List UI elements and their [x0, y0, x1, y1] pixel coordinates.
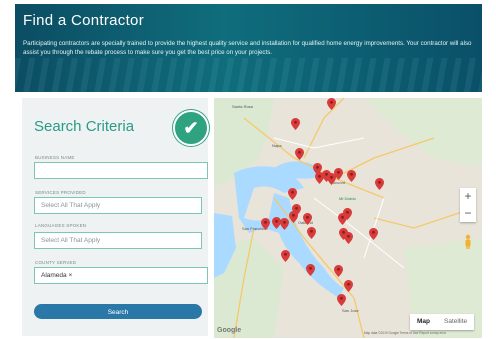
business-name-label: BUSINESS NAME	[35, 155, 75, 160]
zoom-in-button[interactable]: +	[460, 188, 476, 205]
contractor-pin-icon[interactable]	[291, 118, 300, 130]
contractor-pin-icon[interactable]	[343, 208, 352, 220]
contractor-pin-icon[interactable]	[295, 148, 304, 160]
contractor-pin-icon[interactable]	[375, 178, 384, 190]
business-name-input[interactable]	[34, 162, 208, 179]
languages-select[interactable]: Select All That Apply	[34, 232, 202, 249]
contractor-pin-icon[interactable]	[281, 250, 290, 262]
contractor-pin-icon[interactable]	[306, 264, 315, 276]
map-attribution: Map data ©2019 Google Terms of Use Repor…	[364, 331, 447, 335]
street-view-pegman-icon[interactable]	[464, 234, 472, 250]
services-select[interactable]: Select All That Apply	[34, 197, 202, 214]
google-logo: Google	[217, 327, 242, 334]
contractor-map[interactable]: Santa Rosa Napa San Francisco Oakland Mt…	[214, 98, 482, 338]
contractor-pin-icon[interactable]	[288, 188, 297, 200]
zoom-out-button[interactable]: −	[460, 205, 476, 222]
contractor-pin-icon[interactable]	[334, 265, 343, 277]
contractor-pin-icon[interactable]	[327, 98, 336, 110]
banner-decoration	[15, 58, 482, 92]
contractor-pin-icon[interactable]	[347, 170, 356, 182]
page-banner: Find a Contractor Participating contract…	[15, 4, 482, 92]
zoom-controls: + −	[460, 188, 476, 222]
county-select[interactable]: Alameda ×	[34, 267, 208, 284]
languages-label: LANGUAGES SPOKEN	[35, 223, 87, 228]
contractor-pin-icon[interactable]	[289, 211, 298, 223]
county-label: COUNTY SERVED	[35, 260, 77, 265]
contractor-pin-icon[interactable]	[280, 218, 289, 230]
contractor-pin-icon[interactable]	[303, 213, 312, 225]
satellite-tab[interactable]: Satellite	[437, 314, 474, 330]
search-criteria-title: Search Criteria	[34, 118, 135, 135]
city-label: Mt Diablo	[339, 196, 356, 201]
contractor-pin-icon[interactable]	[337, 294, 346, 306]
map-type-control: Map Satellite	[410, 314, 475, 330]
contractor-pin-icon[interactable]	[307, 227, 316, 239]
map-tab[interactable]: Map	[410, 314, 437, 330]
services-label: SERVICES PROVIDED	[35, 190, 86, 195]
page-description: Participating contractors are specially …	[23, 40, 472, 56]
page-title: Find a Contractor	[23, 12, 144, 29]
contractor-pin-icon[interactable]	[344, 232, 353, 244]
contractor-pin-icon[interactable]	[261, 218, 270, 230]
search-button[interactable]: Search	[34, 304, 202, 319]
city-label: San Jose	[342, 308, 359, 313]
search-criteria-panel: Search Criteria ✔ BUSINESS NAME SERVICES…	[22, 98, 209, 336]
contractor-pin-icon[interactable]	[369, 228, 378, 240]
program-seal-icon: ✔	[173, 110, 209, 146]
contractor-pin-icon[interactable]	[334, 168, 343, 180]
contractor-pin-icon[interactable]	[344, 280, 353, 292]
city-label: Santa Rosa	[232, 104, 253, 109]
city-label: Napa	[272, 143, 282, 148]
